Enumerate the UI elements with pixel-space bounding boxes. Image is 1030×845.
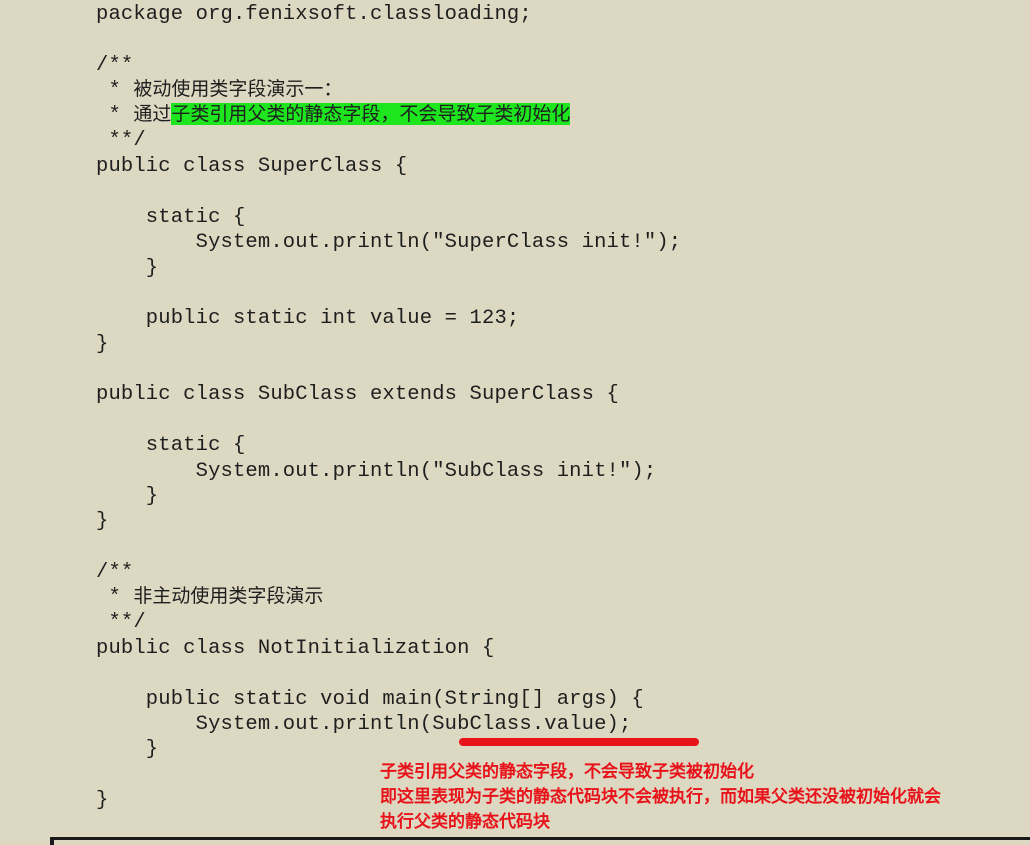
- code-line-brace: }: [96, 789, 109, 812]
- code-line-brace: }: [96, 510, 109, 533]
- code-line-brace: }: [96, 333, 109, 356]
- code-line-comment-close: **/: [96, 129, 146, 152]
- comment-text: 通过: [133, 103, 172, 125]
- comment-prefix: *: [96, 104, 134, 127]
- annotation-note: 子类引用父类的静态字段，不会导致子类被初始化 即这里表现为子类的静态代码块不会被…: [380, 760, 941, 835]
- comment-text: 非主动使用类字段演示: [133, 585, 324, 607]
- code-line-brace: }: [96, 485, 159, 508]
- red-underline-mark: [459, 738, 699, 746]
- code-line-comment-title: * 被动使用类字段演示一：: [96, 77, 342, 102]
- comment-text: 被动使用类字段演示一：: [133, 78, 343, 100]
- code-line-notinit-decl: public class NotInitialization {: [96, 637, 495, 660]
- annotation-line: 执行父类的静态代码块: [380, 812, 550, 832]
- annotation-line: 即这里表现为子类的静态代码块不会被执行，而如果父类还没被初始化就会: [380, 787, 941, 807]
- highlighted-text: 子类引用父类的静态字段，不会导致子类初始化: [171, 103, 571, 125]
- code-line-comment-title: * 非主动使用类字段演示: [96, 584, 323, 609]
- code-line-value-field: public static int value = 123;: [96, 307, 520, 330]
- code-line-static-block: static {: [96, 434, 246, 457]
- comment-prefix: *: [96, 79, 134, 102]
- code-line-comment-open: /**: [96, 561, 134, 584]
- code-line-println: System.out.println("SubClass init!");: [96, 460, 657, 483]
- annotation-line: 子类引用父类的静态字段，不会导致子类被初始化: [380, 762, 754, 782]
- bottom-rule: [50, 837, 1030, 840]
- code-line-comment-open: /**: [96, 54, 134, 77]
- code-line-comment-desc: * 通过子类引用父类的静态字段，不会导致子类初始化: [96, 102, 571, 127]
- code-line-brace: }: [96, 257, 159, 280]
- code-line-comment-close: **/: [96, 611, 146, 634]
- code-line-println: System.out.println("SuperClass init!");: [96, 231, 682, 254]
- code-line-superclass-decl: public class SuperClass {: [96, 155, 408, 178]
- code-line-package: package org.fenixsoft.classloading;: [96, 3, 532, 26]
- code-line-main-method: public static void main(String[] args) {: [96, 688, 644, 711]
- code-line-println-value: System.out.println(SubClass.value);: [96, 713, 632, 736]
- bottom-rule-tick: [50, 837, 54, 845]
- code-line-brace: }: [96, 738, 159, 761]
- code-line-static-block: static {: [96, 206, 246, 229]
- code-line-subclass-decl: public class SubClass extends SuperClass…: [96, 383, 619, 406]
- comment-prefix: *: [96, 586, 134, 609]
